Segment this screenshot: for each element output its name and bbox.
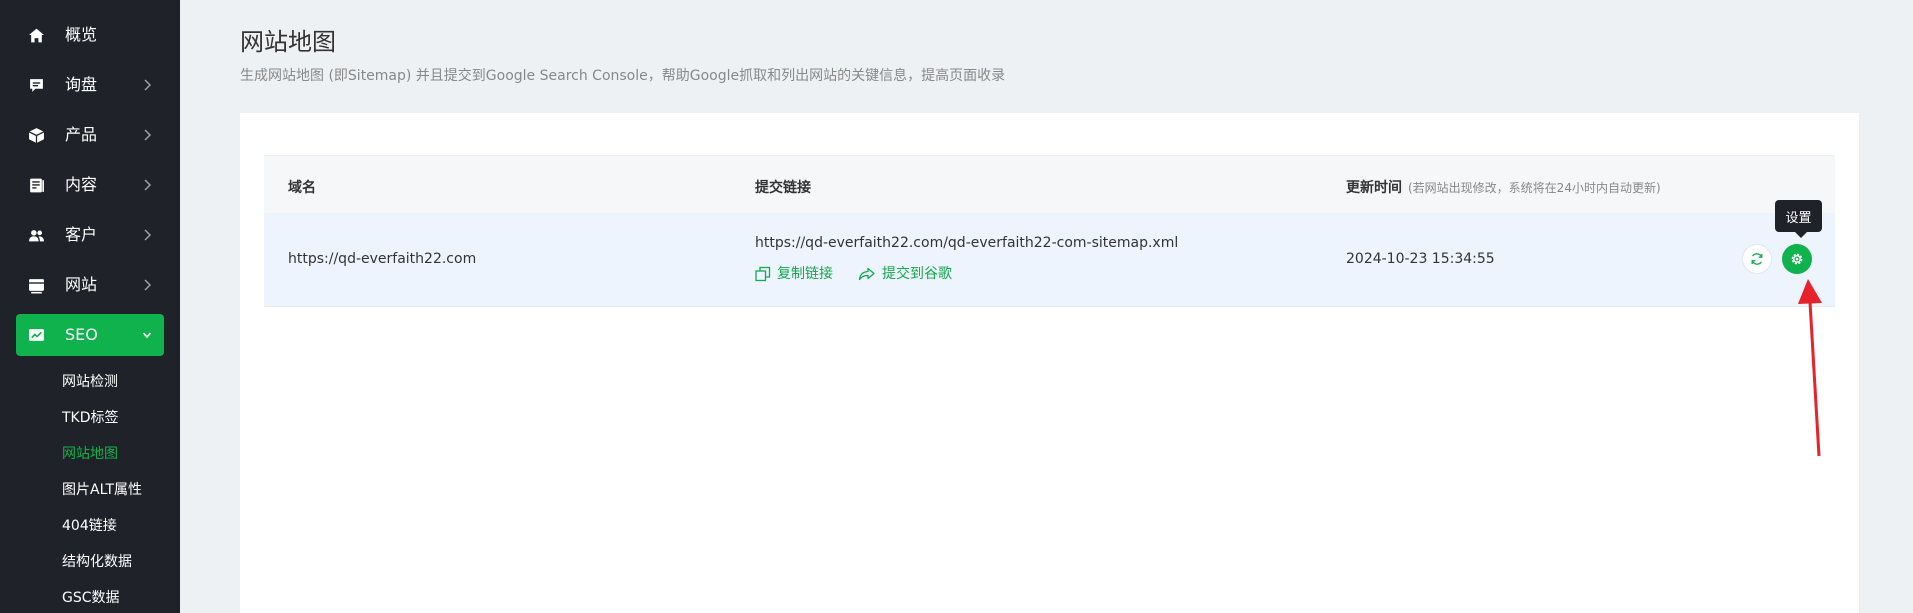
sub-item-404-links[interactable]: 404链接 xyxy=(62,517,117,535)
cell-domain: https://qd-everfaith22.com xyxy=(288,251,477,267)
sidebar-item-label: 内容 xyxy=(65,175,98,194)
refresh-button[interactable] xyxy=(1742,244,1772,274)
seo-chart-icon xyxy=(29,329,44,341)
sub-item-tkd[interactable]: TKD标签 xyxy=(62,409,119,427)
settings-tooltip: 设置 xyxy=(1775,200,1822,238)
sidebar-item-label: 概览 xyxy=(65,25,98,44)
submit-to-google-label: 提交到谷歌 xyxy=(882,266,952,282)
sub-item-sitemap[interactable]: 网站地图 xyxy=(62,445,118,463)
column-header-submit-link: 提交链接 xyxy=(755,180,811,196)
column-header-updated-time-note: (若网站出现修改，系统将在24小时内自动更新) xyxy=(1408,181,1661,195)
copy-icon xyxy=(755,266,771,282)
sub-item-gsc-data[interactable]: GSC数据 xyxy=(62,589,120,607)
cell-sitemap-url: https://qd-everfaith22.com/qd-everfaith2… xyxy=(755,235,1179,251)
table-header: 域名 提交链接 更新时间 (若网站出现修改，系统将在24小时内自动更新) xyxy=(264,155,1835,214)
column-header-domain: 域名 xyxy=(288,180,316,196)
sub-item-image-alt[interactable]: 图片ALT属性 xyxy=(62,481,142,499)
cell-updated-time: 2024-10-23 15:34:55 xyxy=(1346,251,1495,267)
sidebar-item-overview[interactable]: 概览 xyxy=(16,14,164,56)
website-icon xyxy=(29,279,44,294)
inquiry-icon xyxy=(30,79,43,92)
sidebar-item-customers[interactable]: 客户 xyxy=(16,214,164,256)
table-row: https://qd-everfaith22.com https://qd-ev… xyxy=(264,213,1835,307)
column-header-updated-time-label: 更新时间 xyxy=(1346,180,1402,196)
sidebar-item-website[interactable]: 网站 xyxy=(16,264,164,306)
copy-link-button[interactable]: 复制链接 xyxy=(755,265,833,283)
content-icon xyxy=(30,178,44,193)
share-icon xyxy=(858,267,875,281)
chevron-down-icon xyxy=(142,332,152,339)
product-box-icon xyxy=(28,128,45,143)
chevron-right-icon xyxy=(144,179,152,191)
sidebar-item-label: 询盘 xyxy=(65,75,98,94)
sidebar-item-content[interactable]: 内容 xyxy=(16,164,164,206)
sub-item-structured-data[interactable]: 结构化数据 xyxy=(62,553,132,571)
chevron-right-icon xyxy=(144,229,152,241)
settings-button[interactable] xyxy=(1782,244,1812,274)
sidebar-item-products[interactable]: 产品 xyxy=(16,114,164,156)
chevron-right-icon xyxy=(144,79,152,91)
chevron-right-icon xyxy=(144,129,152,141)
sidebar-item-label: 产品 xyxy=(65,125,98,144)
chevron-right-icon xyxy=(144,279,152,291)
sidebar-item-label: 网站 xyxy=(65,275,98,294)
sidebar-item-inquiry[interactable]: 询盘 xyxy=(16,64,164,106)
sidebar: 概览 询盘 产品 内容 客户 网站 SEO 网站检测 TKD标签 网站地图 图片… xyxy=(0,0,180,613)
page-description: 生成网站地图 (即Sitemap) 并且提交到Google Search Con… xyxy=(240,68,1006,84)
submit-to-google-button[interactable]: 提交到谷歌 xyxy=(858,265,952,283)
page-title: 网站地图 xyxy=(240,28,336,56)
sidebar-item-label: SEO xyxy=(65,325,98,344)
sub-item-site-check[interactable]: 网站检测 xyxy=(62,373,118,391)
sidebar-item-seo[interactable]: SEO xyxy=(16,314,164,356)
column-header-updated-time: 更新时间 (若网站出现修改，系统将在24小时内自动更新) xyxy=(1346,177,1661,197)
home-icon xyxy=(29,28,44,43)
customers-icon xyxy=(29,230,44,242)
gear-icon xyxy=(1791,253,1803,265)
sidebar-item-label: 客户 xyxy=(65,225,98,244)
copy-link-label: 复制链接 xyxy=(777,266,833,282)
refresh-icon xyxy=(1751,253,1763,265)
